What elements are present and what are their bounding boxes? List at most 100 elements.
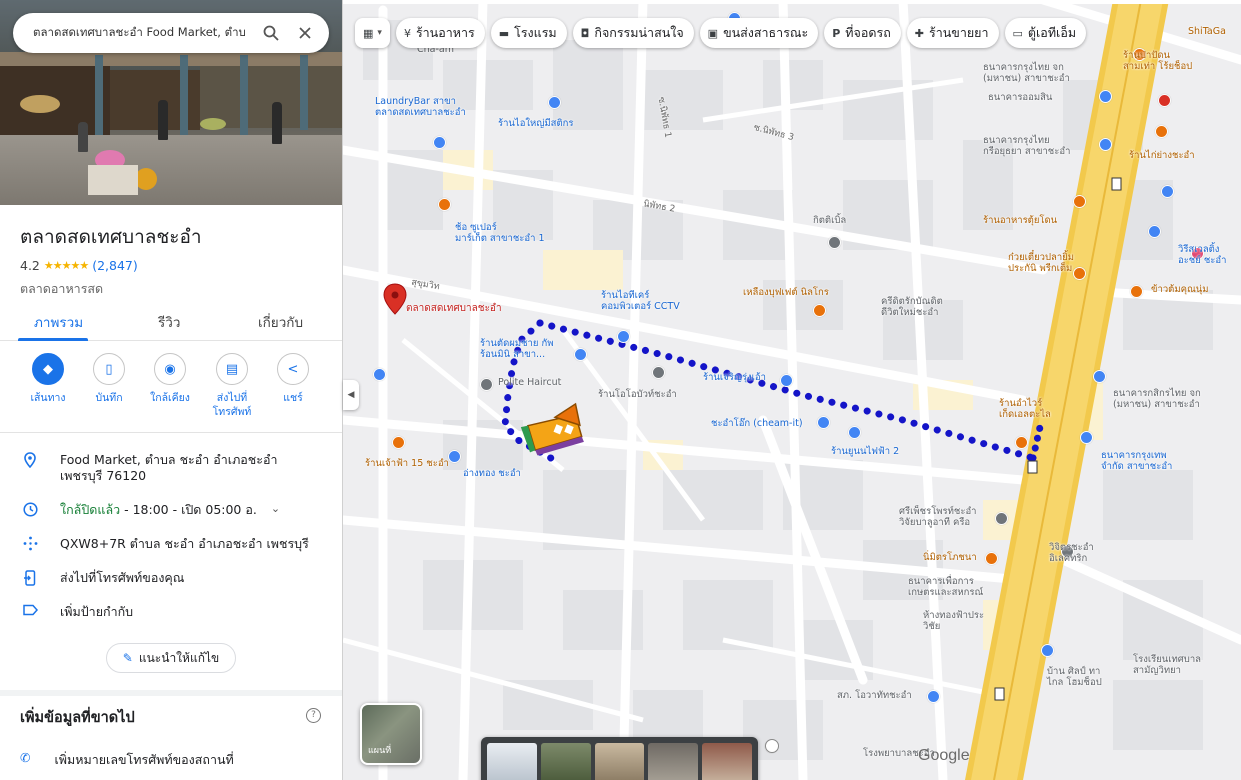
map-label-kitti[interactable]: กิตติเบิ้ล <box>813 215 846 226</box>
map-label-ang-thong[interactable]: อ่างทอง ชะอำ <box>463 468 521 479</box>
collapse-panel-button[interactable]: ◀ <box>343 380 359 410</box>
photo-thumbnail[interactable] <box>487 743 537 780</box>
chip-restaurants[interactable]: ¥ ร้านอาหาร <box>395 18 485 48</box>
rating-row[interactable]: 4.2 ★★★★★ (2,847) <box>20 258 138 273</box>
map-label-police[interactable]: สภ. โอวาทัทชะอำ <box>837 690 912 701</box>
share-button[interactable]: < แชร์ <box>263 353 323 405</box>
tab-reviews[interactable]: รีวิว <box>158 311 180 341</box>
poi-blue[interactable] <box>433 136 446 149</box>
poi-blue[interactable] <box>617 330 630 343</box>
poi-blue[interactable] <box>574 348 587 361</box>
chip-pharmacy[interactable]: ✚ ร้านขายยา <box>906 18 999 48</box>
map-label-yellow-shop[interactable]: ร้านป่าปัดน สามเท่า โร้ยช็อป <box>1123 50 1192 72</box>
map-label-school[interactable]: โรงเรียนเทศบาล สามัญวิทยา <box>1133 654 1201 676</box>
add-label-row[interactable]: เพิ่มป้ายกำกับ <box>0 604 342 620</box>
map-label-sirin[interactable]: ศรีเพ็ชรโพรท์ชะอำ วิจัยบาลูอาที ครือ <box>899 506 977 528</box>
map-label-supermarket[interactable]: ช้อ ซูเปอร์ มาร์เก็ต สาขาชะอำ 1 <box>455 222 545 244</box>
close-icon[interactable] <box>291 19 319 47</box>
chip-transit[interactable]: ▣ ขนส่งสาธารณะ <box>699 18 819 48</box>
poi-blue[interactable] <box>1080 431 1093 444</box>
map-label-shitaga[interactable]: ShiTaGa <box>1188 26 1226 37</box>
map-label-big-shop[interactable]: ร้านไอใหญ่มีสติกร <box>498 118 574 129</box>
search-icon[interactable] <box>257 19 285 47</box>
hours-row[interactable]: ใกล้ปิดแล้ว - 18:00 - เปิด 05:00 อ. ⌄ <box>0 502 342 521</box>
poi-red[interactable] <box>1158 94 1171 107</box>
chevron-down-icon[interactable]: ⌄ <box>271 502 280 515</box>
poi-blue[interactable] <box>1161 185 1174 198</box>
chip-atm[interactable]: ▭ ตู้เอทีเอ็ม <box>1004 18 1087 48</box>
map-label-seafood[interactable]: ร้านอาหารตุ้ยโดน <box>983 215 1057 226</box>
poi-gray[interactable] <box>652 366 665 379</box>
place-marker-label[interactable]: ตลาดสดเทศบาลชะอำ <box>406 303 502 314</box>
photo-thumbnail[interactable] <box>702 743 752 780</box>
map-label-gold[interactable]: ห้างทองฟ้าประ วิชัย <box>923 610 984 632</box>
poi-blue[interactable] <box>1099 138 1112 151</box>
photo-thumbnail[interactable] <box>540 743 591 780</box>
layers-button[interactable]: ▦ ▾ <box>355 18 390 48</box>
send-to-phone-row[interactable]: ส่งไปที่โทรศัพท์ของคุณ <box>0 570 342 590</box>
poi-orange[interactable] <box>1130 285 1143 298</box>
tab-about[interactable]: เกี่ยวกับ <box>258 311 303 341</box>
place-category[interactable]: ตลาดอาหารสด <box>20 279 103 299</box>
map-label-cheam[interactable]: ชะอำโอ๊ก (cheam-it) <box>711 418 803 429</box>
map-label-krungsri[interactable]: ธนาคารกรุงไทย กรีอยุธยา สาขาชะอำ <box>983 135 1070 157</box>
poi-blue[interactable] <box>1099 90 1112 103</box>
map-label-savings[interactable]: ธนาคารออมสิน <box>988 92 1052 103</box>
poi-orange[interactable] <box>1155 125 1168 138</box>
poi-blue[interactable] <box>817 416 830 429</box>
map-label-baac[interactable]: ธนาคารเพื่อการ เกษตรและสหกรณ์ <box>908 576 983 598</box>
layers-toggle-button[interactable]: แผนที่ <box>360 703 422 765</box>
map-label-cctv[interactable]: ร้านไอทีเคร์ คอมพิวเตอร์ CCTV <box>601 290 680 312</box>
map-label-credit[interactable]: ครีดิตรักบัณดิต ดีวิตใหม่ชะอำ <box>881 296 943 318</box>
save-button[interactable]: ▯ บันทึก <box>79 353 139 405</box>
search-box[interactable]: ตลาดสดเทศบาลชะอำ Food Market, ตำบ <box>13 13 329 53</box>
poi-gray[interactable] <box>480 378 493 391</box>
map-label-barber[interactable]: ร้านตัดผมชาย กัพ ร้อนมินิ สาขา... <box>480 338 553 360</box>
map-label-chicken[interactable]: ร้านไก่ย่างชะอำ <box>1129 150 1195 161</box>
map-label-viris[interactable]: วิรีสเวลติ้ง อะชย์ ชะอำ <box>1178 244 1226 266</box>
nearby-button[interactable]: ◉ ใกล้เคียง <box>140 353 200 405</box>
map-label-bangkok-bank[interactable]: ธนาคารกรุงเทพ จำกัด สาขาชะอำ <box>1101 450 1172 472</box>
poi-blue[interactable] <box>448 450 461 463</box>
map-label-thai-restaurant[interactable]: ร้านเจริญรุ่งเอ้า <box>703 372 766 383</box>
map-label-polite-haircut[interactable]: Polite Haircut <box>498 377 561 388</box>
help-icon[interactable]: ? <box>306 708 321 723</box>
search-input[interactable]: ตลาดสดเทศบาลชะอำ Food Market, ตำบ <box>33 24 251 42</box>
photo-thumbnail[interactable] <box>594 743 645 780</box>
tab-overview[interactable]: ภาพรวม <box>34 311 83 341</box>
poi-orange[interactable] <box>438 198 451 211</box>
add-phone-row[interactable]: ✆ เพิ่มหมายเลขโทรศัพท์ของสถานที่ <box>20 750 234 770</box>
map-label-noodle[interactable]: ก๋วยเตี๋ยวปลายิ้ม ประกันิ พรีกเต็ม <box>1008 252 1074 274</box>
poi-blue[interactable] <box>1093 370 1106 383</box>
photo-thumbnail[interactable] <box>648 743 699 780</box>
poi-blue[interactable] <box>1041 644 1054 657</box>
map-label-laundry[interactable]: LaundryBar สาขา ตลาดสดเทศบาลชะอำ <box>375 96 466 118</box>
chip-hotels[interactable]: ▬ โรงแรม <box>490 18 567 48</box>
map-label-gold-shop[interactable]: ร้านเจ้าฟ้า 15 ชะอำ <box>365 458 449 469</box>
poi-blue[interactable] <box>373 368 386 381</box>
map-label-rice[interactable]: ข้าวต้มคุณนุ่ม <box>1151 284 1209 295</box>
map-label-yellow-buffet[interactable]: เหลืองบุฟเฟต์ นิลโกร <box>743 287 829 298</box>
poi-gray[interactable] <box>995 512 1008 525</box>
poi-orange[interactable] <box>392 436 405 449</box>
map-label-krungthai[interactable]: ธนาคารกรุงไทย จก (มหาชน) สาขาชะอำ <box>983 62 1070 84</box>
send-to-phone-button[interactable]: ▤ ส่งไปที่ โทรศัพท์ <box>202 353 262 419</box>
map-label-cha-am-shop[interactable]: ร้านอำไวร์ เก็ดเอลตะไล <box>999 398 1051 420</box>
poi-blue[interactable] <box>548 96 561 109</box>
map-canvas[interactable]: ตลาดสดเทศบาลชะอำ LaundryBar สาขา ตลาดสดเ… <box>343 0 1241 780</box>
poi-orange[interactable] <box>1015 436 1028 449</box>
poi-blue[interactable] <box>780 374 793 387</box>
poi-blue[interactable] <box>927 690 940 703</box>
plus-code-row[interactable]: QXW8+7R ตำบล ชะอำ อำเภอชะอำ เพชรบุรี <box>0 536 342 555</box>
address-row[interactable]: Food Market, ตำบล ชะอำ อำเภอชะอำ เพชรบุร… <box>0 452 342 484</box>
poi-orange[interactable] <box>1073 195 1086 208</box>
street-view-icon[interactable] <box>765 739 779 753</box>
map-label-kasikorn[interactable]: ธนาคารกสิกรไทย จก (มหาชน) สาขาชะอำ <box>1113 388 1201 410</box>
map-label-vivo[interactable]: วิจิตรชะอำ อิเลคทริก <box>1049 542 1094 564</box>
map-label-home-shop[interactable]: บ้าน ศิลป์ ทา ไกล โฮมช็อป <box>1047 666 1102 688</box>
chip-parking[interactable]: P ที่จอดรถ <box>824 18 901 48</box>
poi-blue[interactable] <box>1148 225 1161 238</box>
directions-button[interactable]: ◆ เส้นทาง <box>18 353 78 405</box>
poi-blue[interactable] <box>848 426 861 439</box>
review-count[interactable]: (2,847) <box>92 258 138 273</box>
